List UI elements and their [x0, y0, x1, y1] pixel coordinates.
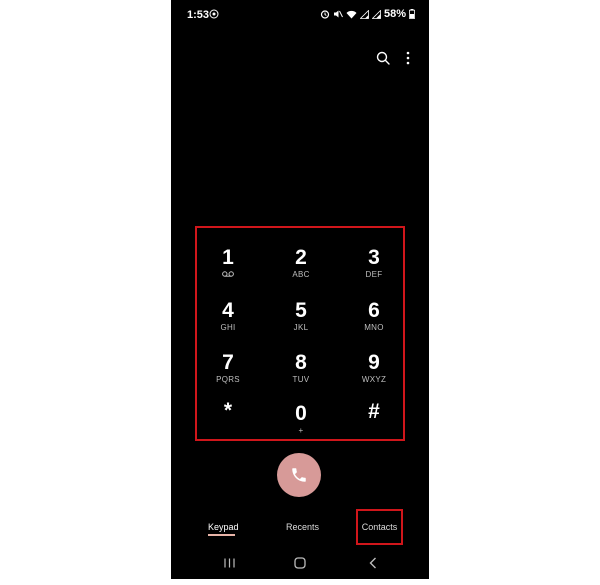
key-letters: ABC — [292, 270, 310, 279]
key-digit: 6 — [368, 299, 380, 322]
alarm-icon — [320, 9, 330, 19]
key-5[interactable]: 5 JKL — [271, 299, 331, 345]
key-digit: 4 — [222, 299, 234, 322]
key-6[interactable]: 6 MNO — [344, 299, 404, 345]
key-3[interactable]: 3 DEF — [344, 246, 404, 292]
voicemail-icon — [222, 271, 234, 277]
key-letters: PQRS — [216, 375, 240, 384]
key-letters: TUV — [292, 375, 310, 384]
home-icon — [294, 557, 306, 569]
signal-icon-2 — [371, 9, 381, 19]
home-button[interactable] — [293, 557, 307, 569]
search-icon — [376, 51, 390, 65]
key-star[interactable]: * — [198, 399, 258, 445]
key-digit: 8 — [295, 351, 307, 374]
recent-apps-icon — [223, 558, 235, 568]
key-4[interactable]: 4 GHI — [198, 299, 258, 345]
key-letters: DEF — [365, 270, 383, 279]
key-digit: 1 — [222, 246, 234, 269]
signal-icon-1 — [359, 9, 369, 19]
key-letters: MNO — [364, 323, 384, 332]
key-letters: JKL — [293, 323, 309, 332]
key-digit: 2 — [295, 246, 307, 269]
call-button[interactable] — [277, 453, 321, 497]
status-icons: 58% — [320, 8, 415, 20]
recent-apps-button[interactable] — [222, 557, 236, 569]
key-letters: GHI — [220, 323, 236, 332]
phone-screen: 1:53 58% 1 2 ABC 3 DEF 4 GHI 5 JKL 6 MNO… — [171, 0, 429, 579]
key-letters: + — [298, 426, 304, 435]
tab-contacts-label: Contacts — [361, 522, 398, 532]
key-digit: 9 — [368, 351, 380, 374]
key-0[interactable]: 0 + — [271, 402, 331, 448]
battery-level: 58% — [383, 8, 406, 20]
key-digit: # — [368, 400, 380, 423]
key-9[interactable]: 9 WXYZ — [344, 351, 404, 397]
key-7[interactable]: 7 PQRS — [198, 351, 258, 397]
key-8[interactable]: 8 TUV — [271, 351, 331, 397]
tab-recents[interactable]: Recents — [286, 522, 319, 532]
dial-keypad: 1 2 ABC 3 DEF 4 GHI 5 JKL 6 MNO 7 PQRS 8… — [195, 226, 405, 441]
key-digit: 7 — [222, 351, 234, 374]
battery-icon — [409, 9, 415, 19]
more-vertical-icon — [406, 51, 410, 65]
key-digit: 5 — [295, 299, 307, 322]
mute-icon — [333, 9, 343, 19]
key-digit: 0 — [295, 402, 307, 425]
status-time: 1:53 — [187, 9, 210, 21]
key-hash[interactable]: # — [344, 400, 404, 446]
status-bar: 1:53 58% — [171, 0, 429, 30]
tab-keypad[interactable]: Keypad — [208, 522, 239, 532]
vpn-icon — [209, 9, 219, 19]
key-letters: WXYZ — [361, 375, 387, 384]
key-1[interactable]: 1 — [198, 246, 258, 292]
key-2[interactable]: 2 ABC — [271, 246, 331, 292]
back-icon — [369, 557, 376, 569]
wifi-icon — [346, 10, 357, 19]
active-tab-indicator — [208, 534, 235, 536]
phone-icon — [292, 468, 306, 482]
key-digit: 3 — [368, 246, 380, 269]
back-button[interactable] — [367, 557, 379, 569]
key-digit: * — [223, 399, 233, 422]
tab-contacts[interactable]: Contacts — [356, 509, 403, 545]
search-button[interactable] — [374, 49, 392, 67]
more-options-button[interactable] — [399, 49, 417, 67]
